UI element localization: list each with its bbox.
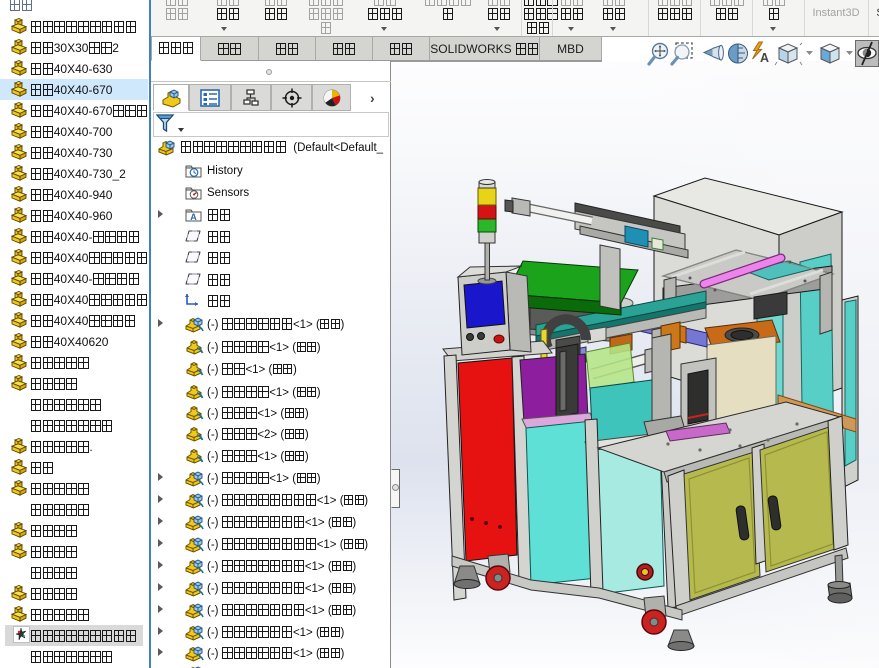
svg-text:A: A [190,212,197,222]
